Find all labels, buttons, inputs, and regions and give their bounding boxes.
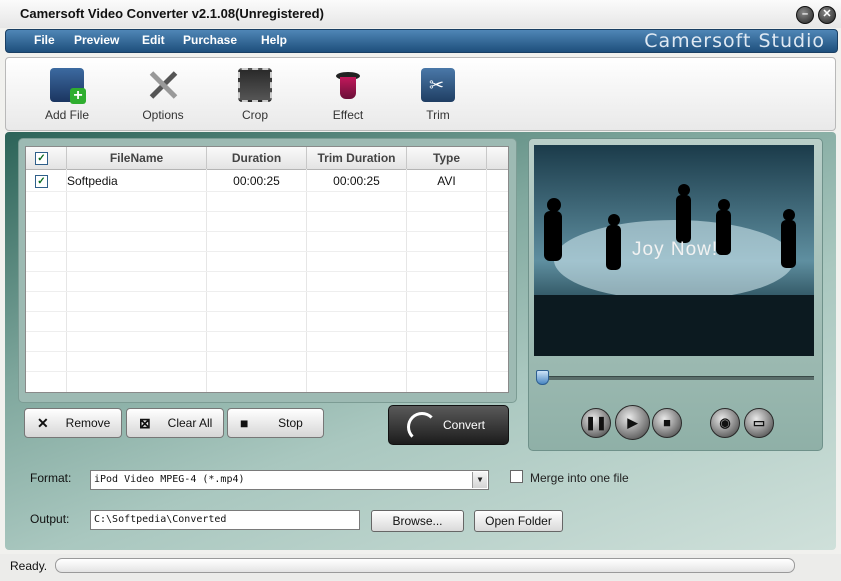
options-button[interactable]: Options	[128, 68, 198, 122]
open-folder-button[interactable]: Open Folder	[474, 510, 563, 532]
format-select[interactable]: iPod Video MPEG-4 (*.mp4) ▼	[90, 470, 489, 490]
stop-button[interactable]: ■ Stop	[227, 408, 324, 438]
convert-arrows-icon	[407, 412, 437, 442]
select-all-checkbox[interactable]: ✓	[35, 152, 48, 165]
clear-all-button[interactable]: ⊠ Clear All	[126, 408, 224, 438]
progress-bar	[55, 558, 795, 573]
output-label: Output:	[30, 512, 70, 526]
row-filename: Softpedia	[67, 174, 118, 188]
output-path-field[interactable]: C:\Softpedia\Converted	[90, 510, 360, 530]
column-header-trim-duration[interactable]: Trim Duration	[307, 147, 407, 170]
stop-playback-button[interactable]: ■	[652, 408, 682, 438]
remove-button[interactable]: ✕ Remove	[24, 408, 122, 438]
window-title: Camersoft Video Converter v2.1.08(Unregi…	[20, 6, 324, 21]
row-duration: 00:00:25	[233, 174, 280, 188]
row-checkbox[interactable]: ✓	[35, 175, 48, 188]
pause-icon: ❚❚	[585, 415, 607, 430]
row-trim-duration: 00:00:25	[333, 174, 380, 188]
menu-help[interactable]: Help	[261, 33, 287, 47]
crop-label: Crop	[241, 108, 268, 122]
row-type: AVI	[437, 174, 456, 188]
remove-x-icon: ✕	[37, 415, 49, 431]
trim-label: Trim	[426, 108, 450, 122]
title-bar: Camersoft Video Converter v2.1.08(Unregi…	[0, 0, 841, 28]
seek-slider-thumb[interactable]	[536, 370, 549, 385]
select-all-header: ✓	[26, 147, 67, 170]
convert-button[interactable]: Convert	[388, 405, 509, 445]
play-button[interactable]: ▶	[615, 405, 650, 440]
open-snapshot-folder-button[interactable]: ▭	[744, 408, 774, 438]
column-header-duration[interactable]: Duration	[207, 147, 307, 170]
snapshot-button[interactable]: ◉	[710, 408, 740, 438]
video-overlay-text: Joy Now!	[632, 239, 719, 260]
scissors-film-icon: ✂	[421, 68, 455, 102]
column-header-type[interactable]: Type	[407, 147, 487, 170]
crop-button[interactable]: Crop	[220, 68, 290, 122]
add-file-button[interactable]: + Add File	[32, 68, 102, 122]
effect-button[interactable]: Effect	[313, 68, 383, 122]
crop-film-icon	[238, 68, 272, 102]
menu-file[interactable]: File	[34, 33, 55, 47]
toolbar: + Add File Options Crop Effect ✂ Trim	[5, 57, 836, 131]
seek-slider[interactable]	[536, 376, 814, 380]
status-bar: Ready.	[0, 554, 841, 581]
merge-label: Merge into one file	[530, 471, 629, 485]
add-file-label: Add File	[44, 108, 90, 122]
file-list-table[interactable]: ✓ FileName Duration Trim Duration Type ✓…	[25, 146, 509, 393]
trim-button[interactable]: ✂ Trim	[403, 68, 473, 122]
menu-edit[interactable]: Edit	[142, 33, 165, 47]
stop-square-icon: ■	[240, 415, 249, 431]
camera-icon: ◉	[719, 415, 731, 430]
magic-hat-icon	[331, 68, 365, 102]
column-header-filename[interactable]: FileName	[67, 147, 207, 170]
brand-logo: Camersoft Studio	[644, 30, 825, 52]
chevron-down-icon[interactable]: ▼	[472, 472, 487, 488]
merge-checkbox[interactable]	[510, 470, 523, 483]
play-icon: ▶	[627, 415, 638, 430]
status-text: Ready.	[10, 559, 48, 573]
menu-purchase[interactable]: Purchase	[183, 33, 237, 47]
effect-label: Effect	[332, 108, 364, 122]
video-preview: Joy Now!	[534, 145, 814, 356]
browse-button[interactable]: Browse...	[371, 510, 464, 532]
tools-icon	[146, 68, 180, 102]
options-label: Options	[142, 108, 184, 122]
close-button[interactable]: ✕	[818, 6, 836, 24]
pause-button[interactable]: ❚❚	[581, 408, 611, 438]
minimize-button[interactable]: –	[796, 6, 814, 24]
folder-icon: ▭	[752, 415, 766, 430]
menu-bar: File Preview Edit Purchase Help Camersof…	[5, 29, 838, 53]
film-add-icon: +	[50, 68, 86, 104]
menu-preview[interactable]: Preview	[74, 33, 119, 47]
column-header-spacer	[487, 147, 508, 170]
format-label: Format:	[30, 471, 72, 485]
clear-all-icon: ⊠	[139, 415, 151, 431]
stop-icon: ■	[663, 415, 671, 430]
